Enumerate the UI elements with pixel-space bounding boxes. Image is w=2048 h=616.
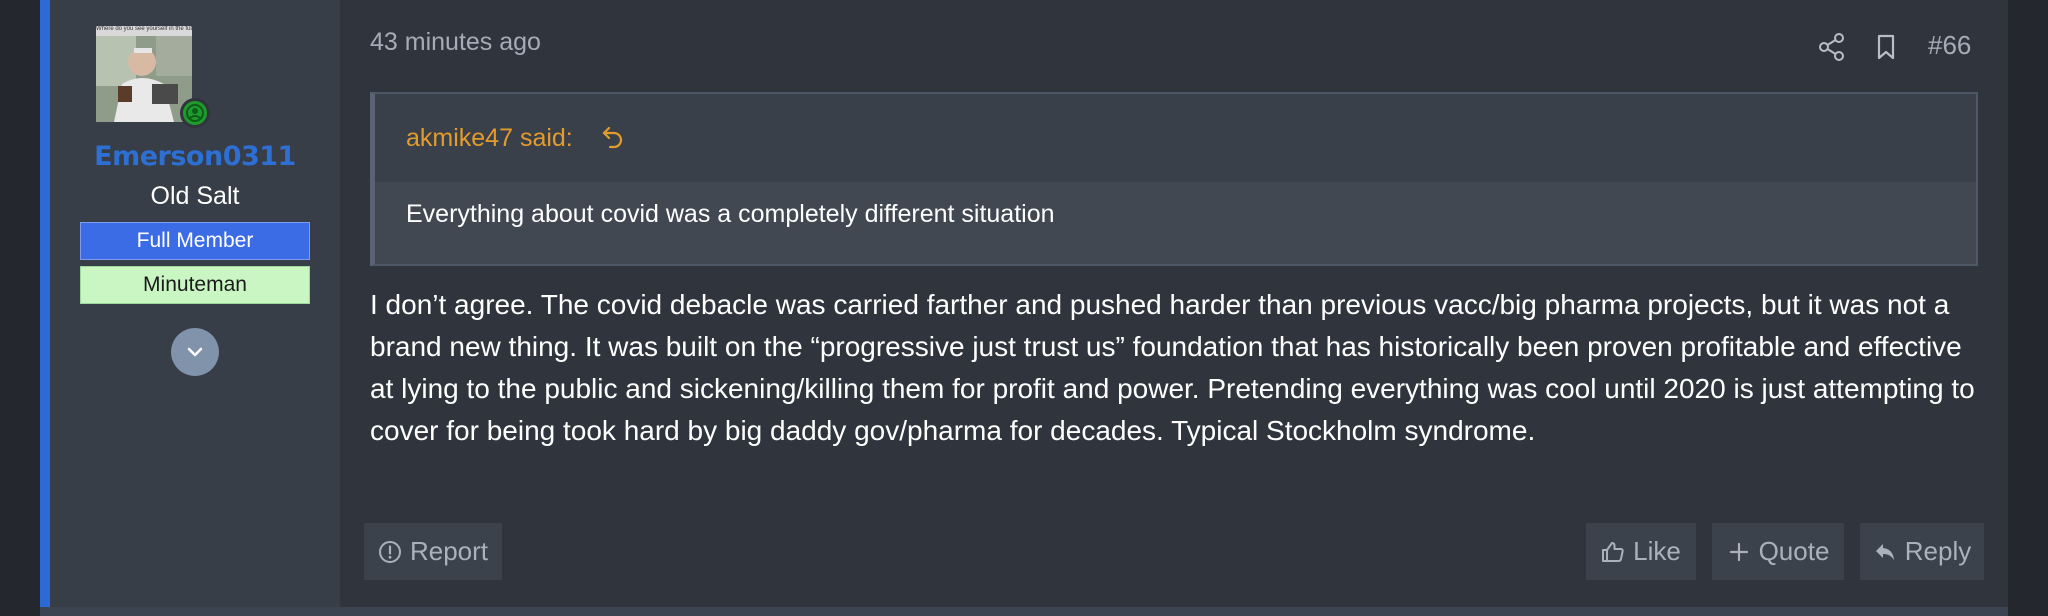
report-label: Report <box>409 536 489 566</box>
jump-to-quote-icon[interactable] <box>601 124 625 150</box>
thumbs-up-icon <box>1602 541 1624 562</box>
like-button[interactable]: Like <box>1586 523 1696 580</box>
user-title: Old Salt <box>150 182 240 210</box>
quote-text: Everything about covid was a completely … <box>406 200 1055 228</box>
post-number-link[interactable]: #66 <box>1928 30 1971 61</box>
post-accent-bar <box>40 0 50 607</box>
like-label: Like <box>1633 536 1681 566</box>
chevron-down-icon <box>187 347 203 357</box>
quote-author-link[interactable]: akmike47 said: <box>406 124 573 153</box>
user-circle-icon <box>186 104 204 122</box>
online-status-icon <box>180 98 210 128</box>
reply-arrow-icon <box>1875 543 1894 560</box>
quote-content: Everything about covid was a completely … <box>375 182 1976 264</box>
post-divider <box>40 607 2008 616</box>
report-button[interactable]: Report <box>364 523 502 580</box>
avatar[interactable]: Where do you see yourself in the future <box>96 26 192 122</box>
avatar-image <box>96 36 192 122</box>
quote-block: akmike47 said: Everything about covid wa… <box>370 92 1978 266</box>
username-link[interactable]: Emerson0311 <box>50 141 340 172</box>
full-member-banner: Full Member <box>80 222 310 260</box>
alert-circle-icon <box>378 540 401 563</box>
expand-user-info-button[interactable] <box>171 328 219 376</box>
quote-label: Quote <box>1758 536 1830 566</box>
post-message-body: I don’t agree. The covid debacle was car… <box>370 289 1975 446</box>
post-timestamp[interactable]: 43 minutes ago <box>370 28 541 57</box>
reply-label: Reply <box>1904 536 1972 566</box>
quote-button[interactable]: Quote <box>1712 523 1844 580</box>
quote-header: akmike47 said: <box>375 94 1976 182</box>
reply-button[interactable]: Reply <box>1860 523 1984 580</box>
avatar-caption: Where do you see yourself in the future <box>96 26 192 32</box>
bookmark-icon[interactable] <box>1874 32 1898 62</box>
plus-icon <box>1729 542 1748 561</box>
share-icon[interactable] <box>1818 32 1846 62</box>
minuteman-banner: Minuteman <box>80 266 310 304</box>
